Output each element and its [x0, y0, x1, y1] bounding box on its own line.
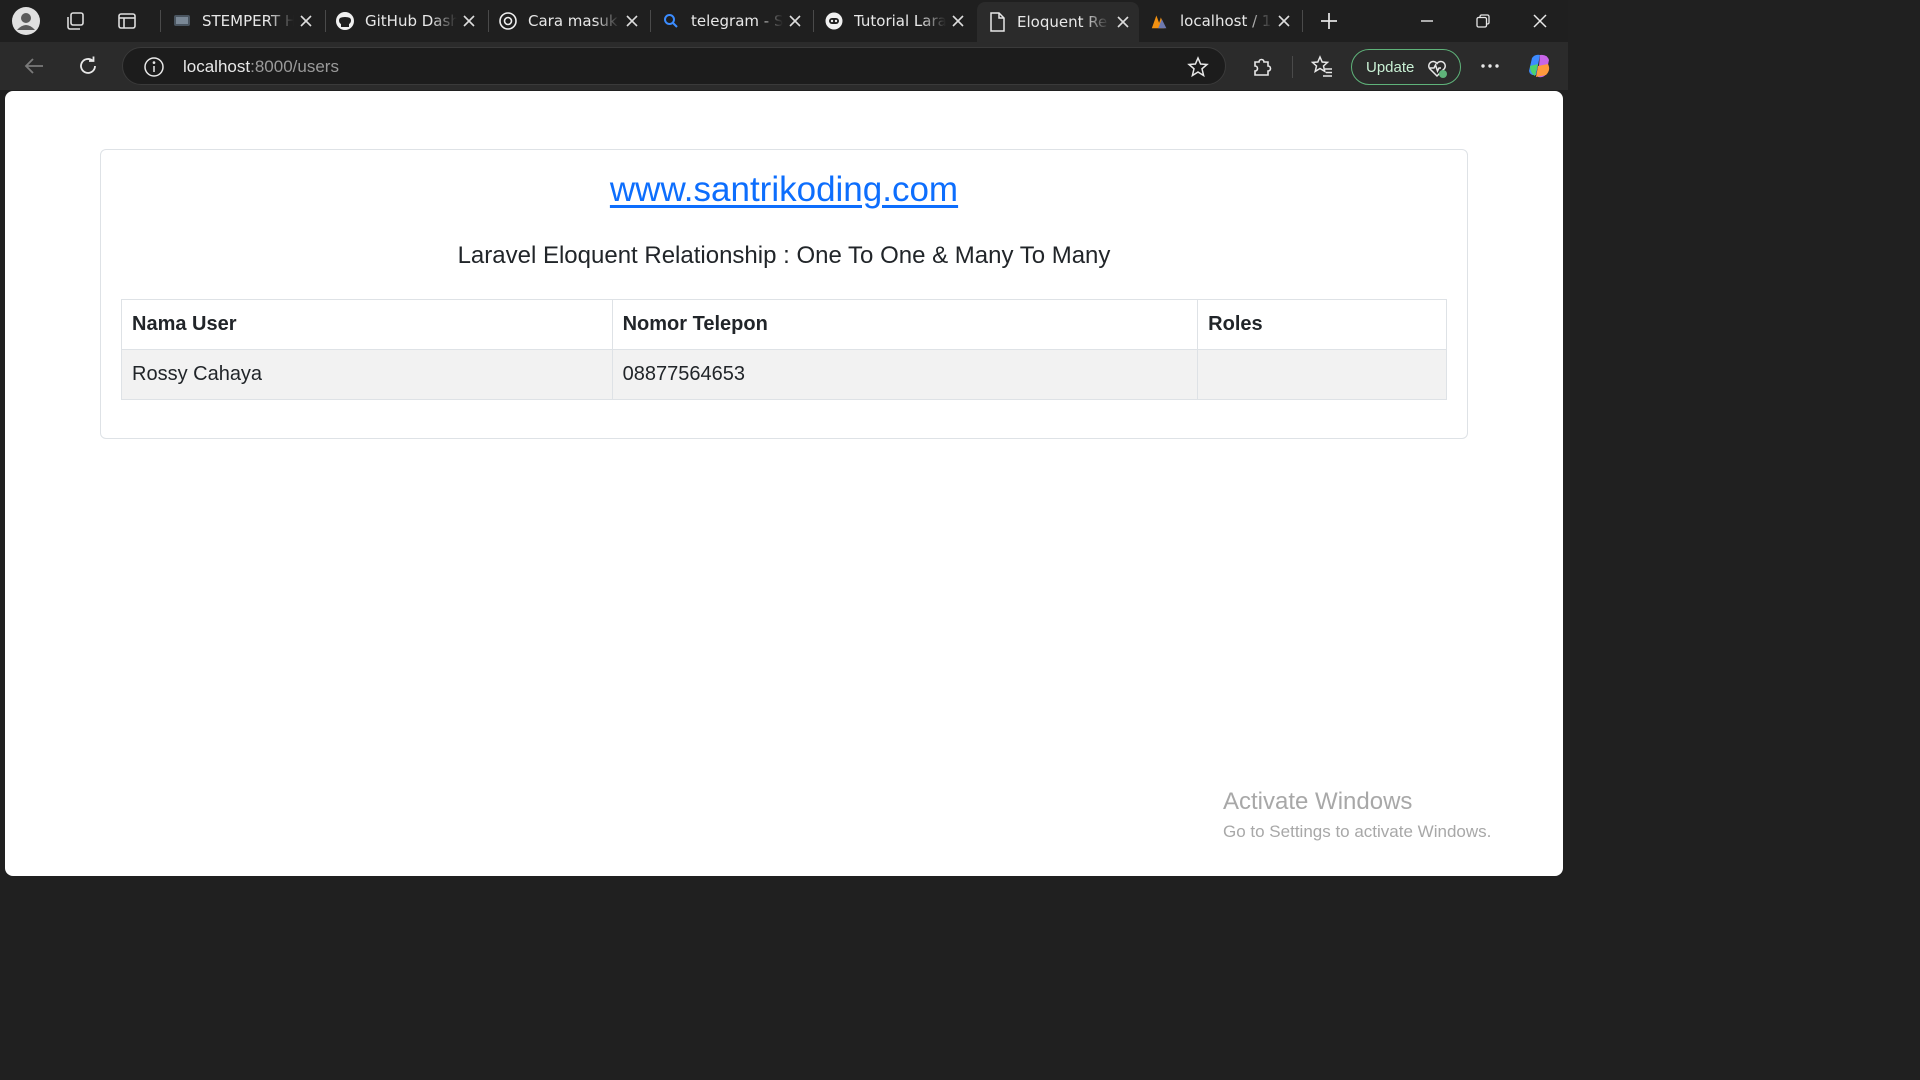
site-info-icon[interactable]	[143, 56, 165, 78]
back-icon[interactable]	[18, 50, 50, 82]
cell-roles	[1197, 349, 1447, 400]
more-options-icon[interactable]	[1474, 50, 1506, 82]
close-tab-icon[interactable]	[1274, 11, 1294, 31]
address-bar[interactable]: localhost:8000/users	[122, 47, 1226, 85]
page-icon	[987, 12, 1007, 32]
table-row: Rossy Cahaya 08877564653	[121, 349, 1447, 400]
activation-watermark: Activate Windows Go to Settings to activ…	[1223, 788, 1491, 842]
tab-title: telegram - Se	[691, 12, 783, 30]
heartbeat-icon	[1426, 57, 1448, 79]
tab-telegram-search[interactable]: telegram - Se	[651, 4, 811, 38]
site-link[interactable]: www.santrikoding.com	[101, 170, 1467, 210]
tab-title: Cara masuk p	[528, 12, 620, 30]
cell-nomor-telepon: 08877564653	[611, 349, 1199, 400]
users-table: Nama User Nomor Telepon Roles Rossy Caha…	[121, 299, 1447, 400]
page-subtitle: Laravel Eloquent Relationship : One To O…	[457, 242, 1111, 269]
column-header-nomor-telepon: Nomor Telepon	[611, 299, 1199, 350]
bot-icon	[824, 11, 844, 31]
update-label: Update	[1366, 58, 1415, 76]
close-tab-icon[interactable]	[459, 11, 479, 31]
tab-github[interactable]: GitHub Dashboard	[325, 4, 485, 38]
favorite-star-icon[interactable]	[1187, 56, 1209, 78]
profile-avatar[interactable]	[10, 5, 42, 37]
tab-tutorial-laravel[interactable]: Tutorial Larav	[814, 4, 974, 38]
toolbar-separator	[1292, 56, 1293, 78]
extensions-icon[interactable]	[1246, 50, 1278, 82]
tab-title: localhost / 12	[1180, 12, 1272, 30]
new-tab-icon[interactable]	[1313, 5, 1345, 37]
update-button[interactable]: Update	[1351, 49, 1461, 85]
tab-cara-masuk[interactable]: Cara masuk p	[488, 4, 648, 38]
tab-title: GitHub Dashboard	[365, 12, 457, 30]
tab-phpmyadmin[interactable]: localhost / 12	[1140, 4, 1300, 38]
close-tab-icon[interactable]	[785, 11, 805, 31]
address-host: localhost	[183, 57, 251, 76]
tab-separator	[1302, 10, 1303, 32]
refresh-icon[interactable]	[72, 50, 104, 82]
restore-icon[interactable]	[1455, 0, 1511, 42]
close-tab-icon[interactable]	[622, 11, 642, 31]
tab-title: Tutorial Larav	[854, 12, 946, 30]
minimize-icon[interactable]	[1399, 0, 1455, 42]
search-icon	[661, 11, 681, 31]
copilot-icon[interactable]	[1524, 50, 1556, 82]
tab-separator	[160, 10, 161, 32]
page-viewport: www.santrikoding.com Laravel Eloquent Re…	[5, 91, 1563, 876]
favorites-icon[interactable]	[1306, 50, 1338, 82]
watermark-subtitle: Go to Settings to activate Windows.	[1223, 822, 1492, 841]
column-header-roles: Roles	[1197, 299, 1447, 350]
browser-toolbar: localhost:8000/users Update	[0, 42, 1568, 90]
content-card: www.santrikoding.com Laravel Eloquent Re…	[100, 149, 1468, 439]
monitor-icon	[172, 11, 192, 31]
openai-icon	[498, 11, 518, 31]
github-icon	[335, 11, 355, 31]
workspaces-icon[interactable]	[59, 5, 91, 37]
address-path: :8000/users	[250, 57, 339, 76]
tab-title: STEMPERT HO	[202, 12, 294, 30]
close-tab-icon[interactable]	[1113, 12, 1133, 32]
tab-strip: STEMPERT HO GitHub Dashboard Cara masuk …	[0, 0, 1568, 42]
tab-title: Eloquent Rela	[1017, 13, 1109, 31]
cell-nama-user: Rossy Cahaya	[121, 349, 613, 400]
column-header-nama-user: Nama User	[121, 299, 613, 350]
tab-eloquent-relationship[interactable]: Eloquent Rela	[977, 2, 1139, 42]
table-header-row: Nama User Nomor Telepon Roles	[121, 299, 1447, 350]
close-window-icon[interactable]	[1512, 0, 1568, 42]
close-tab-icon[interactable]	[296, 11, 316, 31]
tab-actions-icon[interactable]	[111, 5, 143, 37]
watermark-title: Activate Windows	[1223, 788, 1413, 815]
tab-stempert[interactable]: STEMPERT HO	[162, 4, 322, 38]
address-url[interactable]: localhost:8000/users	[183, 57, 339, 77]
close-tab-icon[interactable]	[948, 11, 968, 31]
phpmyadmin-icon	[1150, 11, 1170, 31]
